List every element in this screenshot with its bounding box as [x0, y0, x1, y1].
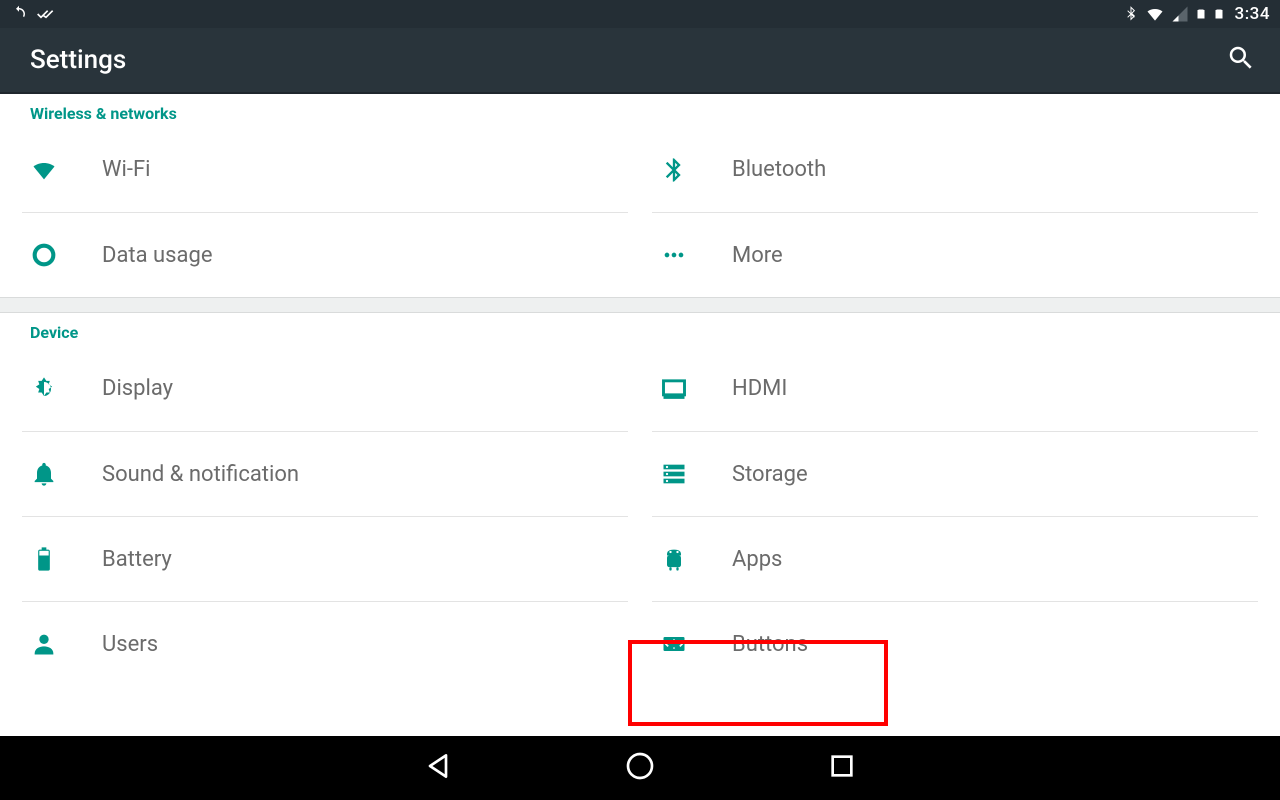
- page-title: Settings: [30, 45, 126, 75]
- item-label: Display: [102, 376, 173, 401]
- item-label: Data usage: [102, 243, 213, 268]
- nav-home-button[interactable]: [624, 750, 656, 786]
- wifi-icon: [30, 156, 102, 184]
- clock-time: 3:34: [1235, 4, 1270, 24]
- settings-item-apps[interactable]: Apps: [652, 516, 1258, 601]
- settings-item-buttons[interactable]: Buttons: [652, 601, 1258, 686]
- item-label: More: [732, 243, 783, 268]
- cell-signal-icon: [1171, 5, 1189, 23]
- bluetooth-icon: [660, 156, 732, 184]
- section-divider: [0, 297, 1280, 313]
- item-label: Bluetooth: [732, 157, 826, 182]
- battery-icon-2: [1213, 5, 1225, 23]
- navigation-bar: [0, 736, 1280, 800]
- item-label: Users: [102, 632, 158, 657]
- nav-recent-button[interactable]: [826, 750, 858, 786]
- settings-content: Wireless & networks Wi-Fi Bluetooth Data…: [0, 94, 1280, 686]
- app-bar: Settings: [0, 28, 1280, 94]
- settings-item-users[interactable]: Users: [22, 601, 628, 686]
- item-label: Battery: [102, 547, 172, 572]
- more-icon: [660, 241, 732, 269]
- battery-icon-1: [1195, 5, 1207, 23]
- section-header-device: Device: [0, 313, 1280, 346]
- section-header-wireless: Wireless & networks: [0, 94, 1280, 127]
- refresh-icon: [10, 5, 28, 23]
- battery-icon: [30, 545, 102, 573]
- apps-icon: [660, 545, 732, 573]
- wifi-status-icon: [1145, 4, 1165, 24]
- settings-item-battery[interactable]: Battery: [22, 516, 628, 601]
- storage-icon: [660, 460, 732, 488]
- status-bar: 3:34: [0, 0, 1280, 28]
- settings-item-wifi[interactable]: Wi-Fi: [22, 127, 628, 212]
- item-label: Sound & notification: [102, 462, 299, 487]
- settings-item-sound[interactable]: Sound & notification: [22, 431, 628, 516]
- item-label: Wi-Fi: [102, 157, 150, 182]
- users-icon: [30, 630, 102, 658]
- item-label: Apps: [732, 547, 782, 572]
- settings-item-storage[interactable]: Storage: [652, 431, 1258, 516]
- item-label: Buttons: [732, 632, 808, 657]
- settings-item-bluetooth[interactable]: Bluetooth: [652, 127, 1258, 212]
- settings-item-hdmi[interactable]: HDMI: [652, 346, 1258, 431]
- hdmi-icon: [660, 375, 732, 403]
- settings-item-data-usage[interactable]: Data usage: [22, 212, 628, 297]
- data-usage-icon: [30, 241, 102, 269]
- bluetooth-status-icon: [1123, 6, 1139, 22]
- settings-item-display[interactable]: Display: [22, 346, 628, 431]
- display-icon: [30, 375, 102, 403]
- bell-icon: [30, 460, 102, 488]
- settings-item-more[interactable]: More: [652, 212, 1258, 297]
- search-button[interactable]: [1226, 43, 1256, 77]
- double-check-icon: [36, 4, 56, 24]
- item-label: Storage: [732, 462, 808, 487]
- buttons-icon: [660, 630, 732, 658]
- item-label: HDMI: [732, 376, 787, 401]
- nav-back-button[interactable]: [422, 750, 454, 786]
